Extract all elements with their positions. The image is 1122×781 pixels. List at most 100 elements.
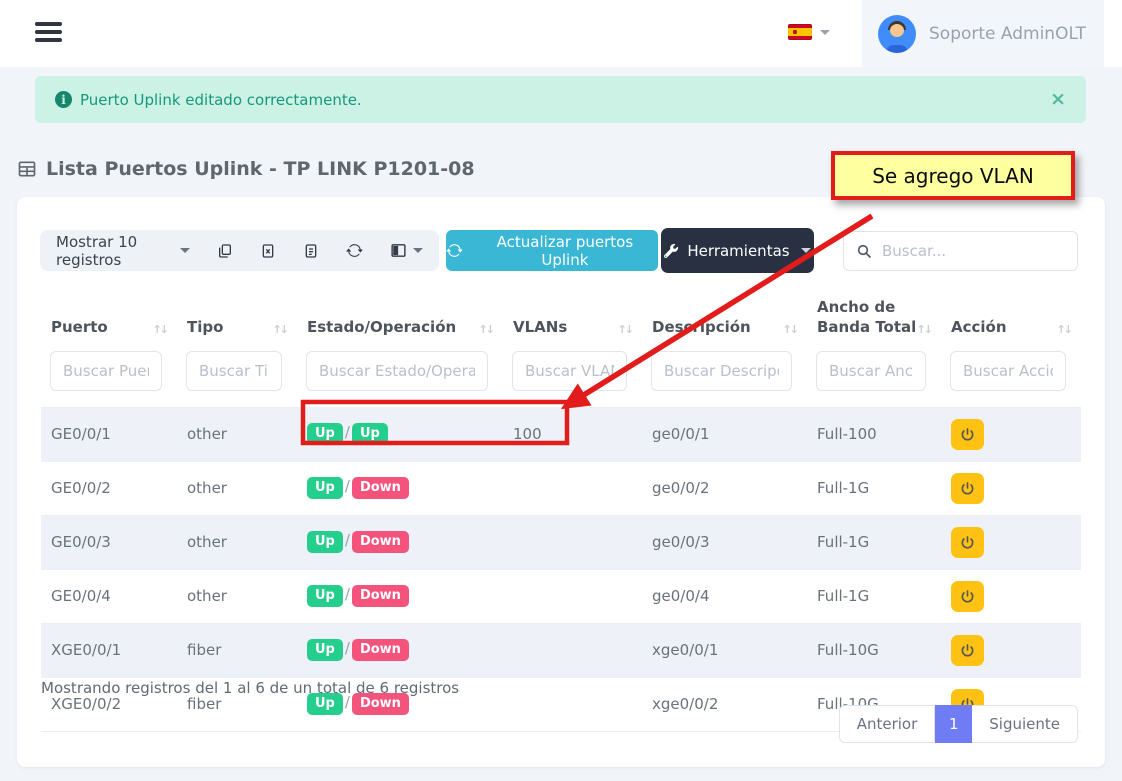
close-icon[interactable]: × [1050,90,1066,109]
sort-icon: ↑↓ [153,323,167,338]
sort-icon: ↑↓ [273,323,287,338]
column-filter-input[interactable] [651,351,792,391]
column-label: Tipo [187,317,223,337]
ports-card: Mostrar 10 registros Actualizar puertos … [17,197,1105,767]
status-badge: Down [352,531,409,553]
status-badge: Up [352,423,388,445]
refresh-icon [446,242,463,259]
avatar [878,15,916,53]
port-cell: GE0/0/4 [41,569,177,623]
power-toggle-button[interactable] [951,635,984,666]
chevron-down-icon [801,248,811,253]
sort-icon: ↑↓ [917,323,931,338]
port-cell: GE0/0/3 [41,515,177,569]
user-name: Soporte AdminOLT [929,24,1086,44]
status-badge: Down [352,639,409,661]
column-label: Acción [951,317,1007,337]
power-icon [960,535,975,550]
chevron-down-icon [820,30,830,35]
type-cell: other [177,515,297,569]
column-label: Ancho de Banda Total [817,297,917,338]
success-alert: i Puerto Uplink editado correctamente. × [35,76,1086,123]
column-filter-input[interactable] [816,351,926,391]
length-menu[interactable]: Mostrar 10 registros [56,233,190,269]
column-visibility-icon[interactable] [390,242,423,259]
type-cell: fiber [177,623,297,677]
copy-icon[interactable] [217,243,233,259]
bandwidth-cell: Full-1G [807,569,941,623]
port-cell: GE0/0/1 [41,407,177,461]
pagination-prev-button[interactable]: Anterior [839,705,936,743]
user-menu[interactable]: Soporte AdminOLT [862,0,1104,67]
column-header-3[interactable]: VLANs↑↓ [503,289,642,351]
file-export-icon[interactable] [303,243,319,259]
table-row: GE0/0/3otherUp/Downge0/0/3Full-1G [41,515,1081,569]
pagination-next-button[interactable]: Siguiente [972,705,1078,743]
page-title-text: Lista Puertos Uplink - TP LINK P1201-08 [46,158,475,180]
power-icon [960,481,975,496]
hamburger-menu-icon[interactable] [35,22,62,46]
column-filter-input[interactable] [512,351,627,391]
column-label: Estado/Operación [307,317,456,337]
search-input[interactable] [882,242,1052,260]
port-cell: XGE0/0/1 [41,623,177,677]
column-filter-input[interactable] [950,351,1066,391]
export-icons [217,242,423,259]
power-icon [960,589,975,604]
table-header-row: Puerto↑↓Tipo↑↓Estado/Operación↑↓VLANs↑↓D… [41,289,1081,351]
refresh-ports-button[interactable]: Actualizar puertos Uplink [446,230,658,271]
column-label: VLANs [513,317,567,337]
alert-message: Puerto Uplink editado correctamente. [80,91,362,109]
action-cell [941,623,1081,677]
global-search [843,231,1078,271]
status-badge: Up [307,423,343,445]
status-badge: Down [352,477,409,499]
column-header-1[interactable]: Tipo ↑↓ [177,289,297,351]
column-header-5[interactable]: Ancho de Banda Total↑↓ [807,289,941,351]
ports-table: Puerto↑↓Tipo↑↓Estado/Operación↑↓VLANs↑↓D… [41,289,1081,732]
table-row: XGE0/0/1fiberUp/Downxge0/0/1Full-10G [41,623,1081,677]
status-badge: Up [307,531,343,553]
vlans-cell [503,569,642,623]
datatable-button-group: Mostrar 10 registros [40,230,439,271]
pagination: Anterior 1 Siguiente [839,705,1078,743]
bandwidth-cell: Full-10G [807,623,941,677]
status-badge: Up [307,639,343,661]
power-icon [960,643,975,658]
bandwidth-cell: Full-1G [807,515,941,569]
column-header-4[interactable]: Descripción↑↓ [642,289,807,351]
table-info: Mostrando registros del 1 al 6 de un tot… [41,679,459,697]
action-cell [941,515,1081,569]
excel-export-icon[interactable] [260,243,276,259]
chevron-down-icon [413,248,423,253]
power-toggle-button[interactable] [951,419,984,450]
vlans-cell [503,623,642,677]
power-toggle-button[interactable] [951,527,984,558]
sort-icon: ↑↓ [479,323,493,338]
info-icon: i [55,91,72,108]
sort-icon: ↑↓ [1057,323,1071,338]
column-header-6[interactable]: Acción ↑↓ [941,289,1081,351]
top-navbar: Soporte AdminOLT [0,0,1122,67]
table-icon [17,159,37,179]
column-filter-input[interactable] [186,351,282,391]
column-filter-input[interactable] [50,351,162,391]
power-toggle-button[interactable] [951,581,984,612]
tools-dropdown-button[interactable]: Herramientas [661,228,814,273]
description-cell: ge0/0/4 [642,569,807,623]
description-cell: ge0/0/1 [642,407,807,461]
page-title: Lista Puertos Uplink - TP LINK P1201-08 [17,158,475,180]
reload-icon[interactable] [346,242,363,259]
language-dropdown[interactable] [788,24,830,40]
column-filter-input[interactable] [306,351,488,391]
column-label: Descripción [652,317,751,337]
column-header-2[interactable]: Estado/Operación ↑↓ [297,289,503,351]
action-cell [941,407,1081,461]
table-row: GE0/0/2otherUp/Downge0/0/2Full-1G [41,461,1081,515]
status-cell: Up/Down [297,515,503,569]
adminolt-page: Soporte AdminOLT i Puerto Uplink editado… [0,0,1122,781]
power-toggle-button[interactable] [951,473,984,504]
table-row: GE0/0/4otherUp/Downge0/0/4Full-1G [41,569,1081,623]
column-header-0[interactable]: Puerto↑↓ [41,289,177,351]
pagination-page-1[interactable]: 1 [935,705,972,743]
